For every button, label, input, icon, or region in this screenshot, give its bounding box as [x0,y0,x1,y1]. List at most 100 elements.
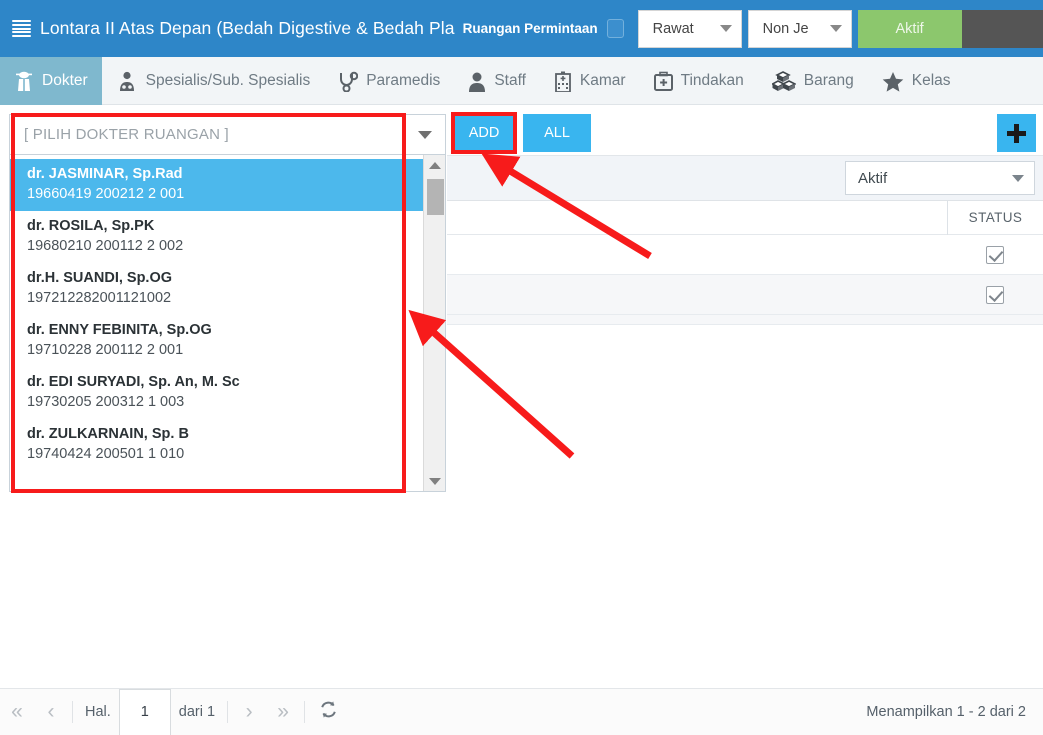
next-page-button[interactable]: › [232,689,266,735]
star-icon [882,71,904,92]
option-id: 19680210 200112 2 002 [27,237,184,254]
dokter-ruangan-placeholder: [ PILIH DOKTER RUANGAN ] [24,126,229,143]
divider [304,701,306,723]
add-new-button[interactable] [997,114,1036,152]
medical-kit-icon [653,71,673,92]
chevron-left-icon: ‹ [47,700,55,723]
option-list-inner: dr. JASMINAR, Sp.Rad 19660419 200212 2 0… [10,155,425,491]
page-title: Lontara II Atas Depan (Bedah Digestive &… [40,18,455,38]
option-id: 19740424 200501 1 010 [27,446,185,463]
first-page-button[interactable]: « [0,689,34,735]
hospital-building-icon [554,71,572,92]
chevron-down-icon [829,25,842,32]
table-row[interactable] [447,235,1043,275]
pagination-bar: « ‹ Hal. 1 dari 1 › » Menampilkan 1 - 2 … [0,688,1043,735]
refresh-icon [319,700,338,724]
application-window: Lontara II Atas Depan (Bedah Digestive &… [0,0,1043,735]
pagination-summary: Menampilkan 1 - 2 dari 2 [866,704,1026,720]
tab-paramedis[interactable]: Paramedis [324,57,454,105]
add-button[interactable]: ADD [453,114,515,152]
rawat-select-value: Rawat [652,20,694,37]
chevron-down-icon [719,25,732,32]
specialist-icon [116,71,138,92]
divider [227,701,229,723]
ruangan-permintaan-checkbox[interactable] [606,19,624,38]
tab-barang-label: Barang [803,72,854,89]
tab-spesialis-label: Spesialis/Sub. Spesialis [145,72,311,89]
tab-kamar[interactable]: Kamar [540,57,640,105]
person-icon [468,71,486,92]
tab-kelas[interactable]: Kelas [868,57,965,105]
option-id: 19730205 200312 1 003 [27,393,185,410]
list-item[interactable]: dr. ROSILA, Sp.PK 19680210 200112 2 002 [10,211,425,263]
option-name: dr. JASMINAR, Sp.Rad [27,166,183,182]
tab-barang[interactable]: Barang [758,57,868,105]
list-item[interactable]: dr. EDI SURYADI, Sp. An, M. Sc 19730205 … [10,367,425,419]
option-name: dr. ENNY FEBINITA, Sp.OG [27,322,212,339]
option-name: dr.H. SUANDI, Sp.OG [27,270,173,287]
option-list-scrollbar[interactable] [423,155,445,491]
all-button[interactable]: ALL [523,114,591,152]
cell-status [947,245,1043,264]
chevron-down-icon [429,478,441,485]
grid-header-row: STATUS [447,200,1043,235]
chevron-down-icon [418,130,432,139]
list-item[interactable]: dr. ENNY FEBINITA, Sp.OG 19710228 200112… [10,315,425,367]
tab-tindakan-label: Tindakan [680,72,744,89]
option-name: dr. ROSILA, Sp.PK [27,218,155,235]
doctor-icon [14,71,34,92]
tab-kamar-label: Kamar [579,72,626,89]
tab-staff-label: Staff [494,72,526,89]
column-header-status: STATUS [947,200,1043,235]
aktif-button[interactable]: Aktif [857,9,962,48]
dark-panel-button[interactable] [961,9,1043,48]
boxes-icon [771,70,796,92]
header-subtitle: Ruangan Permintaan [462,21,598,36]
status-filter-value: Aktif [858,169,888,187]
chevron-down-icon [1012,174,1024,182]
scroll-down-button[interactable] [424,471,445,491]
list-item[interactable]: dr. ZULKARNAIN, Sp. B 19740424 200501 1 … [10,419,425,471]
tab-paramedis-label: Paramedis [366,72,441,89]
tab-staff[interactable]: Staff [454,57,540,105]
double-chevron-left-icon: « [11,700,23,723]
dokter-ruangan-input[interactable]: [ PILIH DOKTER RUANGAN ] [9,114,446,155]
status-filter-select[interactable]: Aktif [845,161,1035,195]
dokter-ruangan-combobox: [ PILIH DOKTER RUANGAN ] dr. JASMINAR, S… [9,114,446,492]
tab-spesialis[interactable]: Spesialis/Sub. Spesialis [102,57,325,105]
status-checkbox[interactable] [986,245,1004,264]
status-checkbox[interactable] [986,285,1004,304]
last-page-button[interactable]: » [266,689,300,735]
list-item[interactable]: dr. JASMINAR, Sp.Rad 19660419 200212 2 0… [10,159,425,212]
option-id: 197212282001121002 [27,289,172,306]
prev-page-button[interactable]: ‹ [34,689,68,735]
divider [72,701,73,723]
list-item[interactable]: dr.H. SUANDI, Sp.OG 197212282001121002 [10,263,425,315]
scroll-up-button[interactable] [424,155,445,176]
dokter-option-list[interactable]: dr. JASMINAR, Sp.Rad 19660419 200212 2 0… [9,155,446,492]
table-row[interactable] [447,275,1043,315]
jenis-select-value: Non Je [762,20,809,37]
tab-dokter-label: Dokter [42,72,88,89]
cell-status [947,285,1043,304]
page-number-input[interactable]: 1 [118,688,171,735]
scrollbar-thumb[interactable] [427,179,444,215]
rawat-select[interactable]: Rawat [637,9,742,48]
page-total-label: dari 1 [178,704,216,720]
option-name: dr. EDI SURYADI, Sp. An, M. Sc [27,374,240,391]
option-id: 19660419 200212 2 001 [27,185,185,202]
stethoscope-icon [338,71,359,92]
double-chevron-right-icon: » [277,700,289,723]
refresh-button[interactable] [309,689,347,735]
combo-toggle-button[interactable] [405,115,445,154]
jenis-select[interactable]: Non Je [747,9,852,48]
chevron-right-icon: › [245,700,253,723]
tab-dokter[interactable]: Dokter [0,57,102,105]
plus-icon [1007,123,1026,143]
page-header: Lontara II Atas Depan (Bedah Digestive &… [0,0,1043,57]
tab-bar: Dokter Spesialis/Sub. Spesialis Paramedi… [0,57,1043,105]
tab-kelas-label: Kelas [911,72,951,89]
tab-tindakan[interactable]: Tindakan [640,57,758,105]
option-name: dr. ZULKARNAIN, Sp. B [27,426,189,443]
list-icon [12,20,31,37]
